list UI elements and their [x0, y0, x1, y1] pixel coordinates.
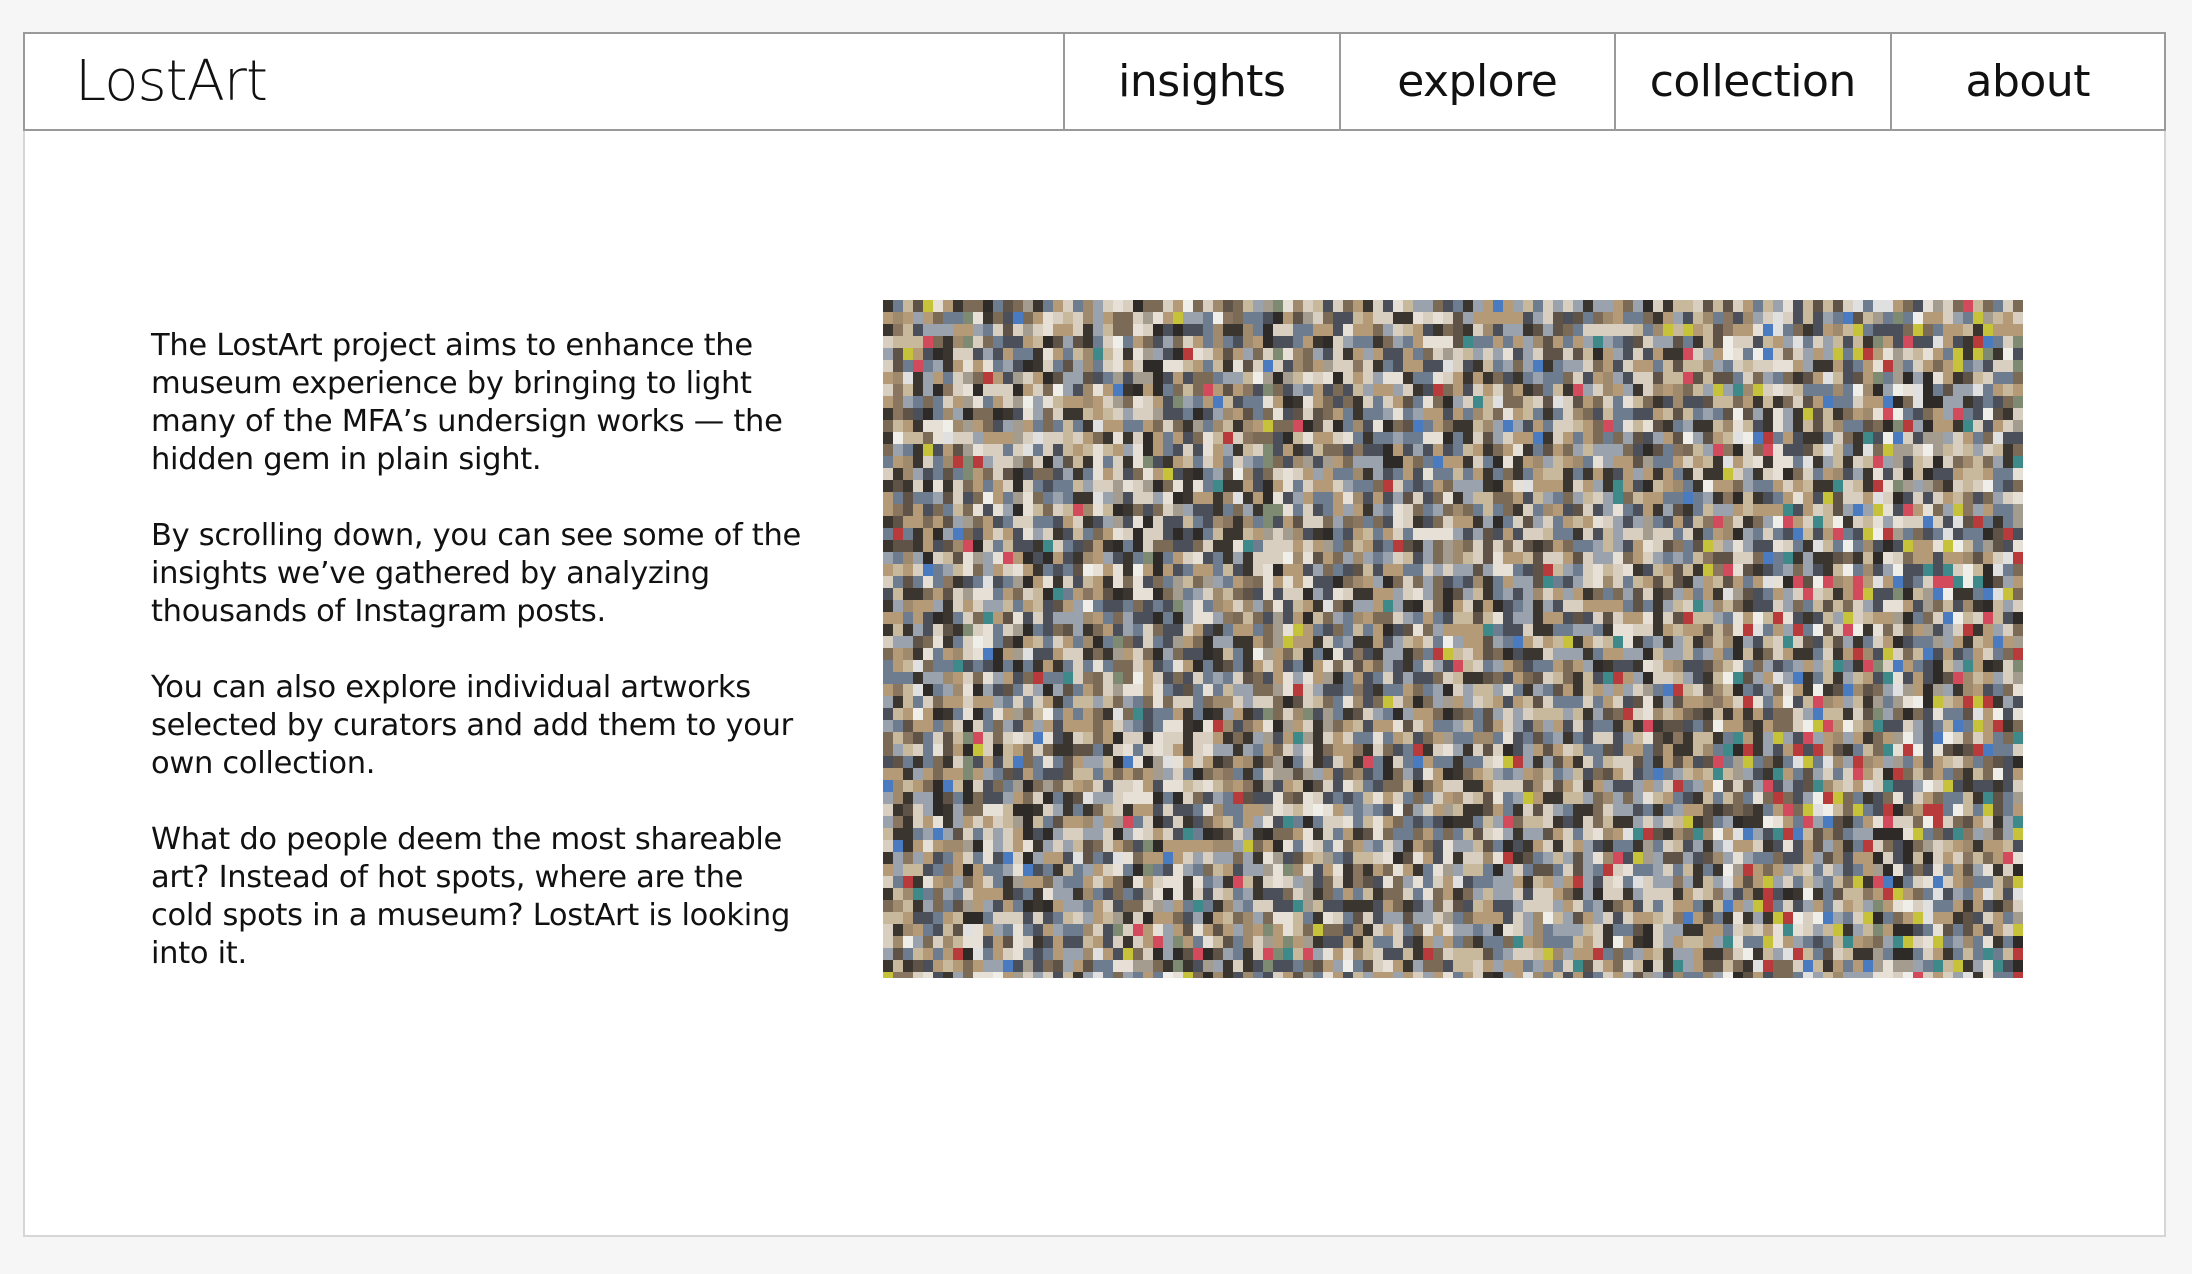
site-logo[interactable]: LostArt: [25, 34, 1063, 129]
site-header: LostArt insights explore collection abou…: [23, 32, 2166, 131]
nav-collection[interactable]: collection: [1614, 34, 1890, 129]
intro-text: The LostArt project aims to enhance the …: [151, 327, 811, 1011]
nav-insights[interactable]: insights: [1063, 34, 1339, 129]
artwork-mosaic-image: [883, 300, 2023, 978]
nav-explore[interactable]: explore: [1338, 34, 1615, 129]
main-nav: insights explore collection about: [1063, 34, 2164, 129]
intro-paragraph: The LostArt project aims to enhance the …: [151, 328, 783, 477]
nav-about[interactable]: about: [1889, 34, 2165, 129]
intro-paragraph: By scrolling down, you can see some of t…: [151, 518, 801, 629]
intro-paragraph: What do people deem the most shareable a…: [151, 822, 791, 971]
intro-paragraph: You can also explore individual artworks…: [151, 670, 793, 781]
